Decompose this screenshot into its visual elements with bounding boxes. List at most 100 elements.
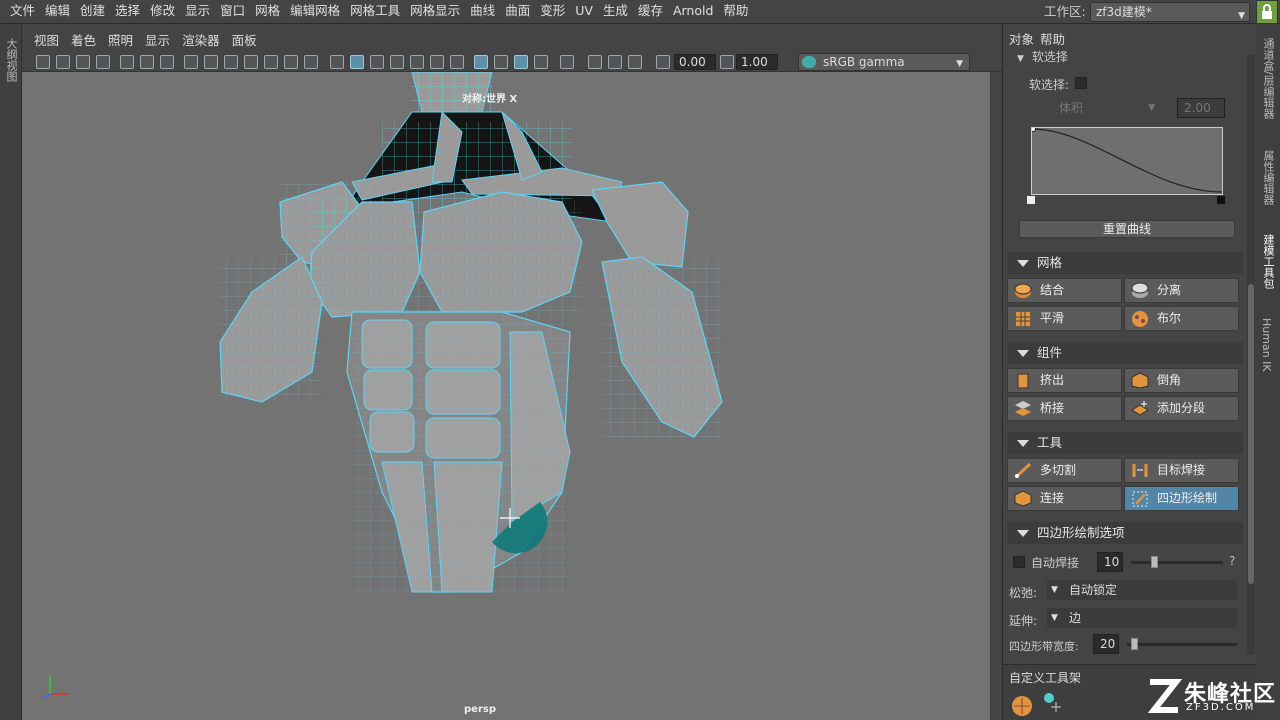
textured-icon[interactable]: [410, 55, 424, 69]
brush-icon[interactable]: [160, 55, 174, 69]
field-chart-icon[interactable]: [264, 55, 278, 69]
smooth-button[interactable]: 平滑: [1007, 306, 1122, 331]
xray-components-icon[interactable]: [514, 55, 528, 69]
menu-mesh-tools[interactable]: 网格工具: [350, 0, 400, 22]
film-gate-icon[interactable]: [204, 55, 218, 69]
menu-window[interactable]: 窗口: [220, 0, 245, 22]
tab-channel-box[interactable]: 通道盒/层编辑器: [1260, 38, 1276, 119]
menu-uv[interactable]: UV: [575, 0, 593, 22]
auto-weld-checkbox[interactable]: [1013, 556, 1025, 568]
multi-cut-button[interactable]: 多切割: [1007, 458, 1122, 483]
shelf-tool-icon[interactable]: [1041, 691, 1063, 716]
extrude-button[interactable]: 挤出: [1007, 368, 1122, 393]
workspace-select[interactable]: zf3d建模* ▼: [1090, 2, 1250, 22]
falloff-mode-select[interactable]: 体积 ▼: [1059, 98, 1159, 118]
vp-menu-view[interactable]: 视图: [34, 30, 59, 52]
auto-weld-slider-thumb[interactable]: [1151, 556, 1158, 568]
colorspace-select[interactable]: sRGB gamma ▼: [798, 53, 970, 71]
exposure-field[interactable]: 0.00: [674, 54, 716, 70]
motion-blur-icon[interactable]: [588, 55, 602, 69]
menu-deform[interactable]: 变形: [540, 0, 565, 22]
panel-menu-help[interactable]: 帮助: [1040, 30, 1065, 50]
resolution-gate-icon[interactable]: [224, 55, 238, 69]
curve-key-start-icon[interactable]: [1027, 196, 1035, 204]
menu-curves[interactable]: 曲线: [470, 0, 495, 22]
extend-select[interactable]: ▼ 边: [1047, 608, 1237, 628]
xray-icon[interactable]: [474, 55, 488, 69]
gamma-icon[interactable]: [720, 55, 734, 69]
outliner-strip[interactable]: 大纲视图: [0, 24, 22, 720]
help-icon[interactable]: ?: [1229, 554, 1235, 568]
boolean-button[interactable]: 布尔: [1124, 306, 1239, 331]
panel-menu-object[interactable]: 对象: [1009, 30, 1034, 50]
menu-mesh[interactable]: 网格: [255, 0, 280, 22]
add-divisions-button[interactable]: 添加分段: [1124, 396, 1239, 421]
menu-cache[interactable]: 缓存: [638, 0, 663, 22]
combine-button[interactable]: 结合: [1007, 278, 1122, 303]
falloff-radius-field[interactable]: 2.00: [1177, 98, 1225, 118]
antialias-icon[interactable]: [608, 55, 622, 69]
vp-menu-panels[interactable]: 面板: [232, 30, 257, 52]
relax-select[interactable]: ▼ 自动锁定: [1047, 580, 1237, 600]
menu-help[interactable]: 帮助: [723, 0, 748, 22]
menu-create[interactable]: 创建: [80, 0, 105, 22]
bookmark-icon[interactable]: [76, 55, 90, 69]
color-management-icon[interactable]: [802, 56, 816, 68]
quad-draw-button[interactable]: 四边形绘制: [1124, 486, 1239, 511]
default-material-icon[interactable]: [370, 55, 384, 69]
bridge-button[interactable]: 桥接: [1007, 396, 1122, 421]
xray-joints-icon[interactable]: [494, 55, 508, 69]
menu-display[interactable]: 显示: [185, 0, 210, 22]
strip-width-value[interactable]: 20: [1093, 634, 1119, 654]
shadows-icon[interactable]: [450, 55, 464, 69]
gamma-field[interactable]: 1.00: [736, 54, 778, 70]
curve-key-end-icon[interactable]: [1217, 196, 1225, 204]
soft-select-checkbox[interactable]: [1075, 77, 1087, 89]
menu-edit-mesh[interactable]: 编辑网格: [290, 0, 340, 22]
viewport-3d[interactable]: 对称:世界 X persp: [22, 72, 990, 720]
outliner-tab[interactable]: 大纲视图: [3, 38, 19, 82]
2d-pan-icon[interactable]: [140, 55, 154, 69]
mesh-section-header[interactable]: 网格: [1007, 252, 1243, 274]
vp-menu-show[interactable]: 显示: [145, 30, 170, 52]
tab-attribute-editor[interactable]: 属性编辑器: [1260, 150, 1276, 205]
falloff-curve-graph[interactable]: [1030, 126, 1223, 195]
auto-weld-slider[interactable]: [1131, 561, 1223, 564]
tools-section-header[interactable]: 工具: [1007, 432, 1243, 454]
depth-of-field-icon[interactable]: [628, 55, 642, 69]
ambient-occlusion-icon[interactable]: [534, 55, 548, 69]
camera-attributes-icon[interactable]: [56, 55, 70, 69]
panel-scrollbar[interactable]: [1247, 54, 1255, 654]
gate-mask-icon[interactable]: [244, 55, 258, 69]
menu-modify[interactable]: 修改: [150, 0, 175, 22]
bevel-button[interactable]: 倒角: [1124, 368, 1239, 393]
safe-action-icon[interactable]: [284, 55, 298, 69]
menu-generate[interactable]: 生成: [603, 0, 628, 22]
separate-button[interactable]: 分离: [1124, 278, 1239, 303]
components-section-header[interactable]: 组件: [1007, 342, 1243, 364]
vp-menu-shading[interactable]: 着色: [71, 30, 96, 52]
auto-weld-value[interactable]: 10: [1097, 552, 1123, 572]
quad-draw-options-header[interactable]: 四边形绘制选项: [1007, 522, 1243, 544]
menu-file[interactable]: 文件: [10, 0, 35, 22]
target-weld-button[interactable]: 目标焊接: [1124, 458, 1239, 483]
select-camera-icon[interactable]: [36, 55, 50, 69]
image-plane-icon[interactable]: [96, 55, 110, 69]
strip-width-slider[interactable]: [1127, 643, 1237, 646]
menu-arnold[interactable]: Arnold: [673, 0, 713, 22]
exposure-icon[interactable]: [656, 55, 670, 69]
strip-width-slider-thumb[interactable]: [1131, 638, 1138, 650]
smooth-shade-icon[interactable]: [350, 55, 364, 69]
grid-icon[interactable]: [184, 55, 198, 69]
menu-mesh-display[interactable]: 网格显示: [410, 0, 460, 22]
tab-human-ik[interactable]: Human IK: [1260, 318, 1273, 372]
wireframe-icon[interactable]: [330, 55, 344, 69]
menu-surfaces[interactable]: 曲面: [505, 0, 530, 22]
connect-button[interactable]: 连接: [1007, 486, 1122, 511]
lock-icon[interactable]: [1256, 0, 1278, 24]
menu-edit[interactable]: 编辑: [45, 0, 70, 22]
vp-menu-renderer[interactable]: 渲染器: [182, 30, 220, 52]
torso-mesh-model[interactable]: [22, 72, 990, 720]
menu-select[interactable]: 选择: [115, 0, 140, 22]
lights-icon[interactable]: [430, 55, 444, 69]
